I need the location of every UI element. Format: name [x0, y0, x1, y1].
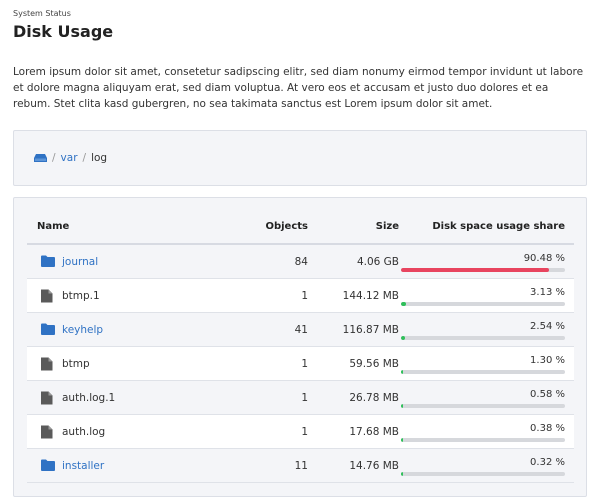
share-percent: 0.32 %	[530, 456, 565, 468]
disk-usage-page: System Status Disk Usage Lorem ipsum dol…	[0, 0, 600, 497]
share-percent: 3.13 %	[530, 286, 565, 298]
cell-name: auth.log.1	[27, 391, 212, 405]
table-row: auth.log.1 1 26.78 MB 0.58 %	[27, 381, 574, 415]
table-body: journal 84 4.06 GB 90.48 % btmp.1 1 144.…	[27, 245, 574, 483]
share-bar	[401, 301, 565, 306]
table-row: btmp.1 1 144.12 MB 3.13 %	[27, 279, 574, 313]
cell-objects: 11	[294, 459, 308, 472]
share-bar	[401, 369, 565, 374]
folder-link[interactable]: journal	[62, 256, 98, 268]
file-icon	[41, 391, 55, 405]
disk-usage-table: Name Objects Size Disk space usage share…	[27, 209, 574, 483]
folder-link[interactable]: keyhelp	[62, 324, 103, 336]
share-percent: 0.38 %	[530, 422, 565, 434]
share-meter: 1.30 %	[399, 354, 565, 374]
disk-usage-table-panel: Name Objects Size Disk space usage share…	[13, 197, 587, 497]
share-bar	[401, 471, 565, 476]
share-bar	[401, 267, 565, 272]
cell-name[interactable]: keyhelp	[27, 323, 212, 337]
cell-size: 4.06 GB	[356, 255, 399, 268]
cell-size: 14.76 MB	[349, 459, 399, 472]
table-row: btmp 1 59.56 MB 1.30 %	[27, 347, 574, 381]
file-name: auth.log.1	[62, 391, 116, 404]
cell-size: 116.87 MB	[342, 323, 399, 336]
table-row[interactable]: installer 11 14.76 MB 0.32 %	[27, 449, 574, 483]
cell-objects: 1	[301, 425, 308, 438]
folder-icon	[41, 255, 55, 269]
cell-name: btmp.1	[27, 289, 212, 303]
cell-objects: 84	[294, 255, 308, 268]
cell-name[interactable]: installer	[27, 459, 212, 473]
share-meter: 0.58 %	[399, 388, 565, 408]
cell-share: 0.38 %	[399, 422, 574, 442]
share-percent: 2.54 %	[530, 320, 565, 332]
page-title: Disk Usage	[13, 22, 114, 41]
share-bar-fill	[401, 437, 403, 442]
cell-size: 144.12 MB	[342, 289, 399, 302]
cell-objects: 1	[301, 289, 308, 302]
share-bar	[401, 437, 565, 442]
share-meter: 0.32 %	[399, 456, 565, 476]
cell-share: 2.54 %	[399, 320, 574, 340]
cell-name: btmp	[27, 357, 212, 371]
cell-share: 1.30 %	[399, 354, 574, 374]
cell-objects: 1	[301, 391, 308, 404]
file-icon	[41, 425, 55, 439]
table-row[interactable]: keyhelp 41 116.87 MB 2.54 %	[27, 313, 574, 347]
share-bar-fill	[401, 335, 406, 340]
cell-share: 90.48 %	[399, 252, 574, 272]
column-header-size[interactable]: Size	[308, 221, 399, 232]
column-header-share[interactable]: Disk space usage share	[399, 221, 574, 232]
breadcrumb: / var / log	[34, 152, 107, 164]
file-name: auth.log	[62, 425, 106, 438]
cell-size: 17.68 MB	[349, 425, 399, 438]
table-row: auth.log 1 17.68 MB 0.38 %	[27, 415, 574, 449]
cell-share: 0.58 %	[399, 388, 574, 408]
page-eyebrow: System Status	[13, 9, 71, 18]
column-header-objects[interactable]: Objects	[212, 221, 308, 232]
share-meter: 90.48 %	[399, 252, 565, 272]
share-meter: 0.38 %	[399, 422, 565, 442]
breadcrumb-item-log: log	[91, 152, 108, 164]
cell-objects: 41	[294, 323, 308, 336]
share-bar-fill	[401, 301, 407, 306]
folder-icon	[41, 323, 55, 337]
cell-name[interactable]: journal	[27, 255, 212, 269]
column-header-name[interactable]: Name	[27, 221, 212, 232]
folder-link[interactable]: installer	[62, 460, 104, 472]
hard-drive-icon[interactable]	[34, 153, 47, 163]
share-percent: 90.48 %	[523, 252, 565, 264]
breadcrumb-panel: / var / log	[13, 130, 587, 186]
cell-objects: 1	[301, 357, 308, 370]
table-row[interactable]: journal 84 4.06 GB 90.48 %	[27, 245, 574, 279]
file-name: btmp	[62, 357, 90, 370]
share-bar	[401, 335, 565, 340]
intro-text: Lorem ipsum dolor sit amet, consetetur s…	[13, 66, 584, 110]
share-meter: 2.54 %	[399, 320, 565, 340]
folder-icon	[41, 459, 55, 473]
cell-name: auth.log	[27, 425, 212, 439]
share-bar-fill	[401, 403, 403, 408]
share-percent: 1.30 %	[530, 354, 565, 366]
cell-size: 26.78 MB	[349, 391, 399, 404]
share-bar-fill	[401, 267, 550, 272]
cell-size: 59.56 MB	[349, 357, 399, 370]
table-header: Name Objects Size Disk space usage share	[27, 209, 574, 245]
breadcrumb-item-var[interactable]: var	[61, 152, 78, 164]
breadcrumb-separator: /	[82, 152, 87, 164]
share-percent: 0.58 %	[530, 388, 565, 400]
share-bar	[401, 403, 565, 408]
share-meter: 3.13 %	[399, 286, 565, 306]
share-bar-fill	[401, 369, 404, 374]
share-bar-fill	[401, 471, 403, 476]
cell-share: 3.13 %	[399, 286, 574, 306]
file-icon	[41, 357, 55, 371]
file-name: btmp.1	[62, 289, 100, 302]
file-icon	[41, 289, 55, 303]
breadcrumb-separator: /	[52, 152, 56, 164]
cell-share: 0.32 %	[399, 456, 574, 476]
